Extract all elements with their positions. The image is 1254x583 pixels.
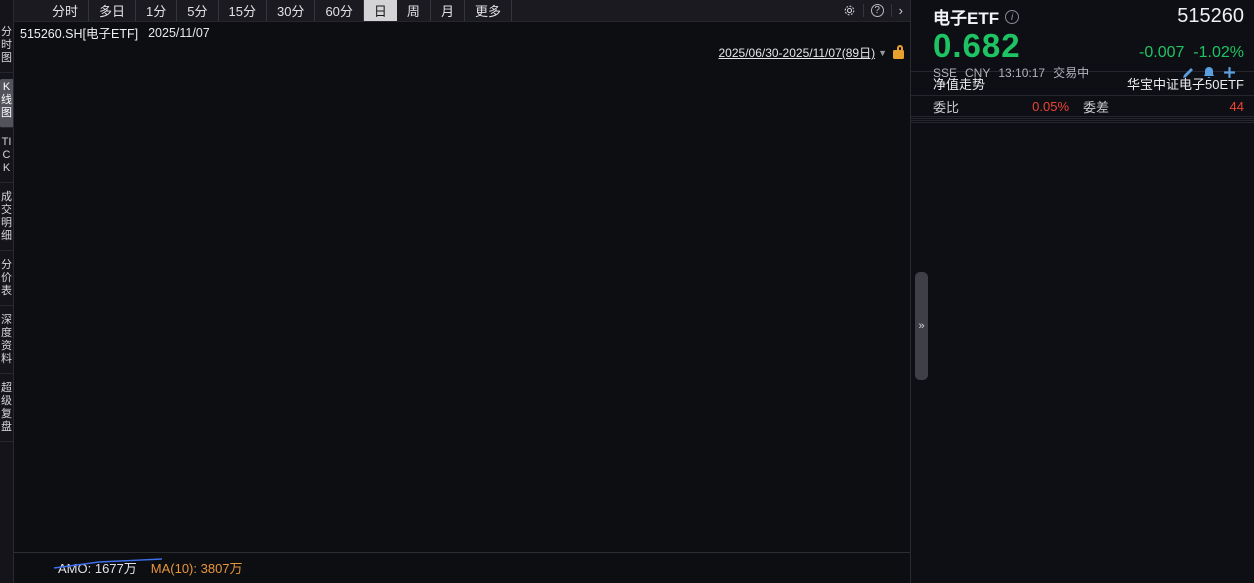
gear-icon[interactable]	[836, 4, 864, 17]
weicha-label: 委差	[1083, 97, 1109, 116]
quote-panel: » 电子ETF i 515260 0.682 -0.007 -1.02% SSE…	[910, 0, 1254, 583]
divider	[911, 118, 1254, 119]
sidebar-item-4[interactable]: 成交明细	[0, 189, 14, 251]
trading-status: 交易中	[1053, 64, 1089, 81]
period-tabs: 分时多日1分5分15分30分60分日周月更多	[42, 0, 512, 21]
toolbar-right: ? ›	[836, 3, 910, 18]
kline-chart[interactable]: AMO: 1677万 MA(10): 3807万	[14, 62, 910, 583]
price-change: -0.007 -1.02%	[1139, 44, 1244, 62]
ma-values-row: 2025/06/30-2025/11/07(89日) ▼	[14, 43, 910, 62]
instrument-code: 515260	[1177, 5, 1244, 28]
period-tab[interactable]: 60分	[315, 0, 363, 21]
unlock-icon[interactable]	[893, 50, 904, 59]
sidebar-item-6[interactable]: 深度资料	[0, 312, 14, 374]
panel-expand-handle[interactable]: »	[915, 272, 928, 380]
symbol-label: 515260.SH[电子ETF]	[20, 23, 138, 42]
quote-header: 电子ETF i 515260 0.682 -0.007 -1.02% SSE C…	[911, 0, 1254, 72]
sidebar-item-5[interactable]: 分价表	[0, 257, 14, 306]
period-tab[interactable]: 月	[431, 0, 465, 21]
quote-time: 13:10:17	[998, 66, 1045, 80]
weibi-label: 委比	[933, 97, 959, 116]
sidebar-item-3[interactable]: TICK	[0, 134, 14, 183]
divider	[911, 120, 1254, 121]
date-range-control: 2025/06/30-2025/11/07(89日) ▼	[719, 44, 905, 61]
help-icon[interactable]: ?	[864, 4, 892, 17]
period-tab[interactable]: 更多	[465, 0, 512, 21]
quote-info-row: 515260.SH[电子ETF] 2025/11/07	[14, 22, 910, 43]
sidebar-item-1[interactable]: 分时图	[0, 24, 14, 73]
period-tab[interactable]: 多日	[89, 0, 136, 21]
volume-ma-line-fragment	[54, 557, 164, 571]
info-icon[interactable]: i	[1005, 10, 1019, 24]
divider	[911, 122, 1254, 123]
sidebar-item-2[interactable]: K线图	[0, 79, 14, 128]
period-tab[interactable]: 1分	[136, 0, 177, 21]
period-tab[interactable]: 分时	[42, 0, 89, 21]
period-tab[interactable]: 日	[364, 0, 397, 21]
nav-trend-tab[interactable]: 净值走势	[933, 74, 985, 93]
chart-main-area: 分时多日1分5分15分30分60分日周月更多 ? › 515260.SH[电子E…	[14, 0, 910, 583]
sidebar-item-7[interactable]: 超级复盘	[0, 380, 14, 442]
period-tab[interactable]: 15分	[219, 0, 267, 21]
commission-ratio-row: 委比 0.05% 委差 44	[911, 96, 1254, 117]
date-range-label[interactable]: 2025/06/30-2025/11/07(89日)	[719, 44, 876, 61]
toolbar-more-chevron-icon[interactable]: ›	[892, 3, 910, 18]
volume-pane-header: AMO: 1677万 MA(10): 3807万	[14, 552, 910, 583]
trade-date-label: 2025/11/07	[148, 26, 210, 40]
period-tab[interactable]: 30分	[267, 0, 315, 21]
trading-app-window: 分时图 K线图 TICK 成交明细分价表深度资料超级复盘 分时多日1分5分15分30分…	[0, 0, 1254, 583]
instrument-name: 电子ETF	[933, 4, 999, 29]
weicha-value: 44	[1109, 99, 1244, 114]
period-toolbar: 分时多日1分5分15分30分60分日周月更多 ? ›	[14, 0, 910, 22]
volume-ma10-label: MA(10): 3807万	[151, 558, 243, 577]
last-price: 0.682	[933, 27, 1021, 65]
chevron-down-icon[interactable]: ▼	[878, 48, 887, 58]
left-sidebar: 分时图 K线图 TICK 成交明细分价表深度资料超级复盘	[0, 0, 14, 583]
weibi-value: 0.05%	[959, 99, 1069, 114]
period-tab[interactable]: 5分	[177, 0, 218, 21]
period-tab[interactable]: 周	[397, 0, 431, 21]
fund-full-name: 华宝中证电子50ETF	[1127, 74, 1244, 93]
kline-chart-canvas[interactable]	[14, 62, 910, 583]
